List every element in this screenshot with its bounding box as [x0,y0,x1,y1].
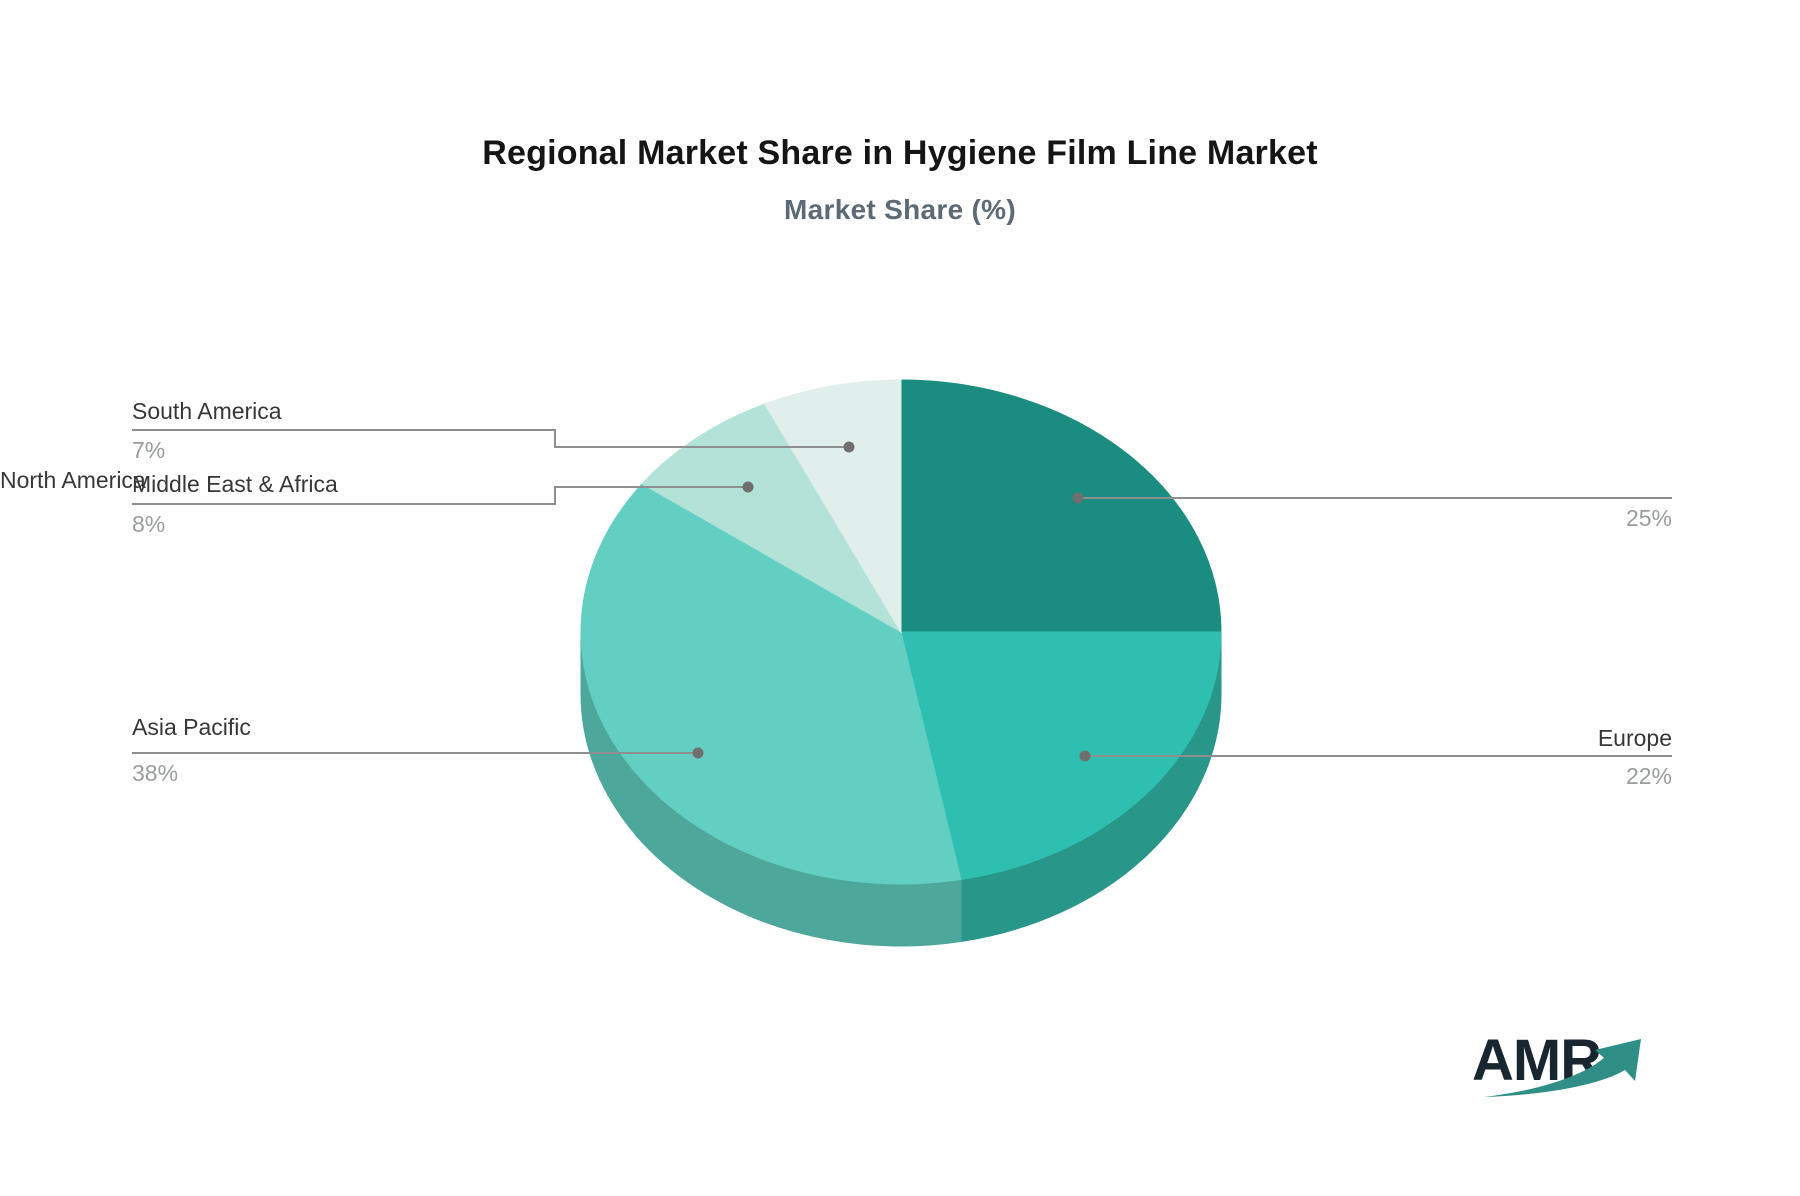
pie-chart-canvas [132,379,1672,947]
label-middle-east-africa: Middle East & Africa [132,471,338,497]
chart-page: Regional Market Share in Hygiene Film Li… [0,0,1800,1196]
label-south-america: South America [132,398,282,424]
value-north-america: 25% [1625,505,1672,531]
leader-dot-north-america [1072,492,1084,504]
leader-dot-asia-pacific [692,747,704,759]
value-south-america: 7% [132,437,166,463]
pie-slice-north-america[interactable] [900,379,1222,633]
value-asia-pacific: 38% [132,760,179,786]
amr-logo-arrow-icon [1484,1039,1641,1097]
leader-dot-south-america [843,441,855,453]
leader-dot-europe [1079,750,1091,762]
value-middle-east-africa: 8% [132,511,166,537]
leader-dot-middle-east-africa [742,481,754,493]
value-europe: 22% [1625,763,1672,789]
label-north-america: North America [0,467,146,493]
pie-slices [580,379,1222,885]
amr-logo[interactable]: AMR [1472,1032,1652,1112]
label-europe: Europe [1597,725,1672,751]
label-asia-pacific: Asia Pacific [132,714,251,740]
